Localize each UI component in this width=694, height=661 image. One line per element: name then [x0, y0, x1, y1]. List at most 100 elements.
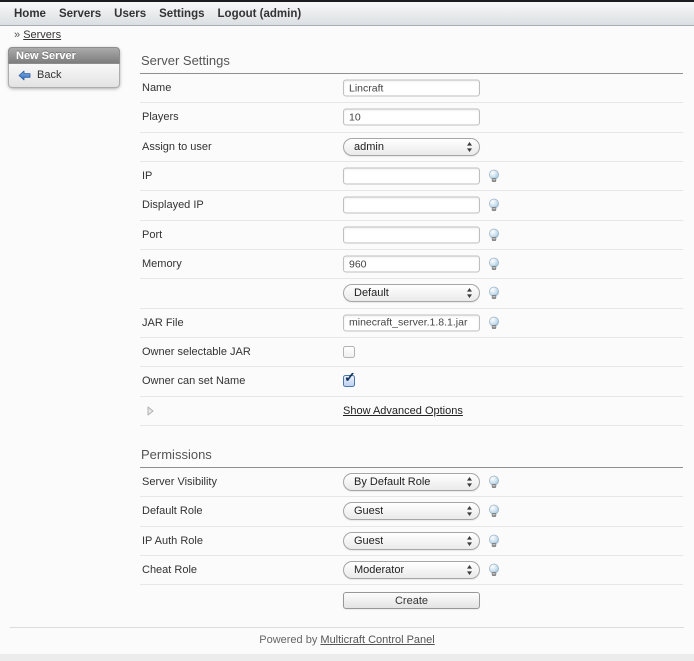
sidebar-title: New Server: [8, 47, 120, 64]
arrow-left-icon: [18, 70, 31, 81]
field-label-players: Players: [142, 111, 179, 123]
selected-option: Guest: [354, 505, 383, 517]
field-label-jar-file: JAR File: [142, 317, 184, 329]
form-row-owner-selectable-jar: Owner selectable JAR: [140, 338, 683, 367]
nav-item-servers[interactable]: Servers: [59, 8, 101, 20]
sidebar: New Server Back: [8, 47, 120, 88]
name-input[interactable]: [343, 80, 480, 97]
field-label-displayed-ip: Displayed IP: [142, 199, 204, 211]
nav-item-home[interactable]: Home: [14, 8, 46, 20]
window-bottom-edge: [0, 654, 694, 661]
selected-option: By Default Role: [354, 476, 430, 488]
default-role-select[interactable]: Guest: [343, 502, 480, 520]
field-value-owner-can-set-name: ✓: [343, 375, 355, 387]
jar-file-input[interactable]: [343, 314, 480, 331]
field-label-ip-auth-role: IP Auth Role: [142, 535, 203, 547]
assign-to-user-select[interactable]: admin: [343, 138, 480, 156]
port-input[interactable]: [343, 226, 480, 243]
players-input[interactable]: [343, 109, 480, 126]
selected-option: Moderator: [354, 564, 404, 576]
help-lightbulb-icon[interactable]: [487, 504, 501, 518]
show-advanced-options-link[interactable]: Show Advanced Options: [343, 405, 463, 417]
form-row-memory: Memory: [140, 250, 683, 279]
field-value-default-role: Guest: [343, 502, 480, 520]
footer-divider: [10, 627, 684, 628]
form-row-name: Name: [140, 74, 683, 103]
form-row-default: Default: [140, 279, 683, 308]
field-label-owner-selectable-jar: Owner selectable JAR: [142, 346, 251, 358]
field-value-show-advanced-options: Show Advanced Options: [343, 405, 463, 417]
field-label-default-role: Default Role: [142, 505, 203, 517]
stepper-icon: [466, 564, 473, 576]
help-lightbulb-icon[interactable]: [487, 316, 501, 330]
breadcrumb-link-servers[interactable]: Servers: [23, 29, 61, 41]
stepper-icon: [466, 505, 473, 517]
server-visibility-select[interactable]: By Default Role: [343, 473, 480, 491]
field-value-ip: [343, 168, 480, 185]
selected-option: admin: [354, 141, 384, 153]
nav-item-settings[interactable]: Settings: [159, 8, 204, 20]
help-lightbulb-icon[interactable]: [487, 198, 501, 212]
help-lightbulb-icon[interactable]: [487, 534, 501, 548]
help-lightbulb-icon[interactable]: [487, 286, 501, 300]
form-row-players: Players: [140, 103, 683, 132]
help-lightbulb-icon[interactable]: [487, 169, 501, 183]
help-lightbulb-icon[interactable]: [487, 563, 501, 577]
back-label: Back: [37, 69, 61, 81]
field-label-name: Name: [142, 82, 171, 94]
breadcrumb-marker: »: [14, 29, 20, 41]
multicraft-new-server-page: Home Servers Users Settings Logout (admin) »…: [0, 0, 694, 661]
selected-option: Default: [354, 287, 389, 299]
ip-input[interactable]: [343, 168, 480, 185]
footer-link-multicraft[interactable]: Multicraft Control Panel: [320, 634, 434, 646]
cheat-role-select[interactable]: Moderator: [343, 561, 480, 579]
section-permissions-header: Permissions: [140, 426, 683, 468]
default-select[interactable]: Default: [343, 284, 480, 302]
section-title: Server Settings: [141, 53, 683, 68]
checkmark-icon: ✓: [344, 370, 356, 384]
field-value-server-visibility: By Default Role: [343, 473, 480, 491]
top-navbar: Home Servers Users Settings Logout (admin): [0, 2, 694, 26]
section-title: Permissions: [141, 447, 683, 462]
help-lightbulb-icon[interactable]: [487, 228, 501, 242]
field-value-memory: [343, 256, 480, 273]
field-value-name: [343, 80, 480, 97]
form-row-default-role: Default Role Guest: [140, 497, 683, 526]
stepper-icon: [466, 141, 473, 153]
nav-item-logout-admin[interactable]: Logout (admin): [218, 8, 302, 20]
help-lightbulb-icon[interactable]: [487, 475, 501, 489]
field-value-displayed-ip: [343, 197, 480, 214]
displayed-ip-input[interactable]: [343, 197, 480, 214]
sidebar-body: Back: [8, 64, 120, 88]
form-row-ip: IP: [140, 162, 683, 191]
stepper-icon: [466, 535, 473, 547]
ip-auth-role-select[interactable]: Guest: [343, 532, 480, 550]
owner-selectable-jar-checkbox[interactable]: [343, 346, 355, 358]
field-value-owner-selectable-jar: [343, 346, 355, 358]
form-row-cheat-role: Cheat RoleModerator: [140, 556, 683, 585]
nav-item-users[interactable]: Users: [114, 8, 146, 20]
field-label-assign-to-user: Assign to user: [142, 141, 212, 153]
field-value-ip-auth-role: Guest: [343, 532, 480, 550]
memory-input[interactable]: [343, 256, 480, 273]
owner-can-set-name-checkbox[interactable]: ✓: [343, 375, 355, 387]
triangle-right-icon[interactable]: [147, 406, 154, 416]
form-row-show-advanced-options: Show Advanced Options: [140, 397, 683, 426]
field-label-ip: IP: [142, 170, 152, 182]
field-value-default: Default: [343, 284, 480, 302]
field-label-memory: Memory: [142, 258, 182, 270]
form-row-ip-auth-role: IP Auth Role Guest: [140, 527, 683, 556]
form-row-displayed-ip: Displayed IP: [140, 191, 683, 220]
field-value-assign-to-user: admin: [343, 138, 480, 156]
footer: Powered by Multicraft Control Panel: [0, 634, 694, 646]
field-label-owner-can-set-name: Owner can set Name: [142, 375, 245, 387]
form-row-owner-can-set-name: Owner can set Name ✓: [140, 367, 683, 396]
section-server-settings-header: Server Settings: [140, 47, 683, 74]
back-button[interactable]: Back: [9, 67, 119, 83]
form-row-assign-to-user: Assign to user admin: [140, 133, 683, 162]
help-lightbulb-icon[interactable]: [487, 257, 501, 271]
main-content: Server Settings Name Players Assign to use…: [140, 47, 683, 616]
selected-option: Guest: [354, 535, 383, 547]
create-button[interactable]: Create: [343, 592, 480, 609]
form-row-server-visibility: Server VisibilityBy Default Role: [140, 468, 683, 497]
